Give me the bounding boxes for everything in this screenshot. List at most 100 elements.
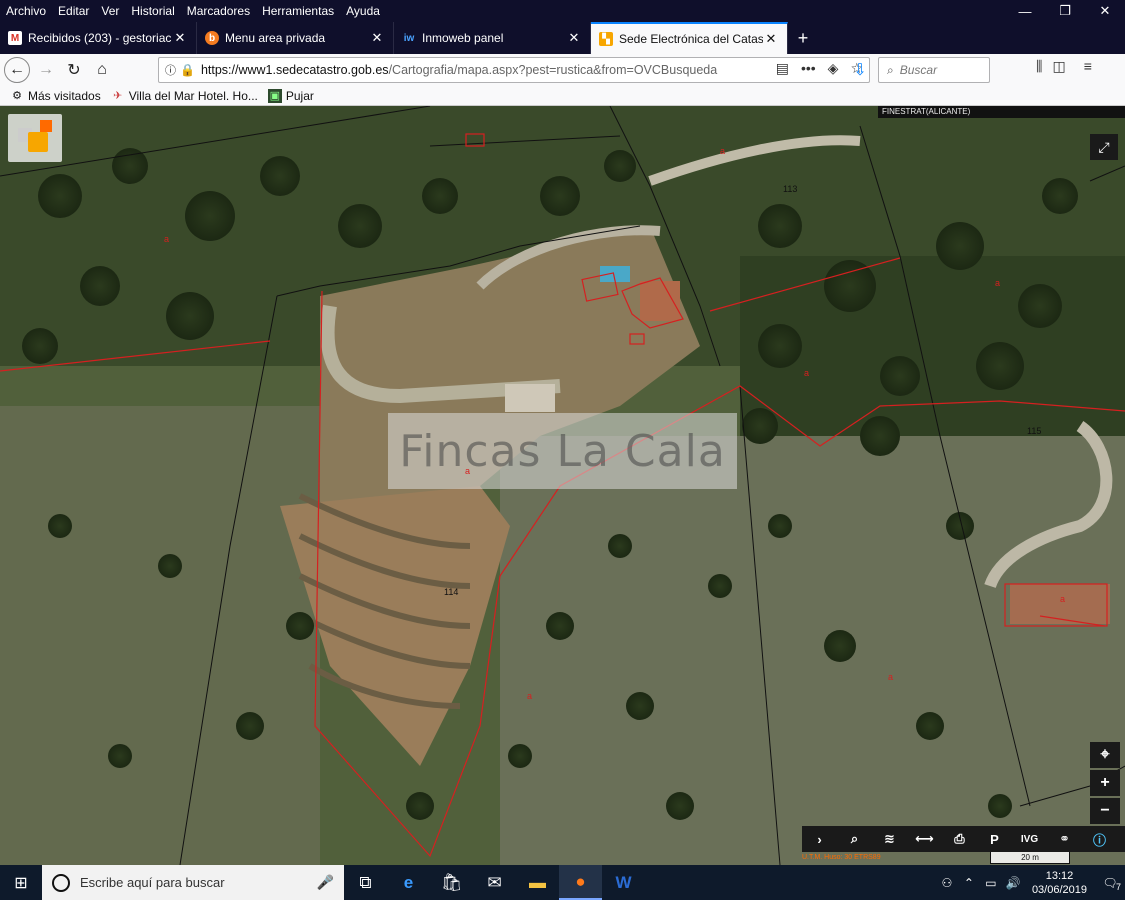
measure-icon[interactable]: ⟷ [907, 826, 942, 852]
windows-start-icon[interactable]: ⊞ [0, 865, 42, 900]
pocket-icon[interactable]: ◈ [828, 60, 839, 77]
bookmarks-bar: ⚙ Más visitados ✈ Villa del Mar Hotel. H… [0, 86, 1125, 106]
taskbar-search-placeholder: Escribe aquí para buscar [80, 875, 225, 890]
menu-historial[interactable]: Historial [125, 4, 180, 18]
mail-icon[interactable]: ✉ [473, 865, 516, 900]
hotel-icon: ✈ [113, 90, 123, 102]
catastro-logo[interactable] [8, 114, 62, 162]
search-icon: ⌕ [887, 62, 894, 77]
info-icon[interactable]: ⓘ [1082, 826, 1117, 852]
library-icon[interactable]: ⫼ [1036, 58, 1042, 75]
task-view-icon[interactable]: ⧉ [344, 865, 387, 900]
plot-label: 113 [783, 184, 798, 194]
notification-count: 7 [1115, 881, 1121, 892]
word-icon[interactable]: W [602, 865, 645, 900]
menu-marcadores[interactable]: Marcadores [181, 4, 256, 18]
print-icon[interactable]: ⎙ [942, 826, 977, 852]
new-tab-icon[interactable]: + [788, 22, 818, 54]
chevron-right-icon[interactable]: › [802, 826, 837, 852]
tab-close-icon[interactable]: ✕ [172, 30, 188, 46]
download-icon[interactable]: ⇩ [846, 56, 874, 84]
tab-catastro[interactable]: ▚ Sede Electrónica del Catastro ✕ [591, 22, 788, 54]
close-icon[interactable]: ✕ [1085, 0, 1125, 22]
pujar-icon: ▣ [267, 88, 282, 103]
zoom-out-button[interactable]: − [1090, 798, 1120, 824]
menu-archivo[interactable]: Archivo [0, 4, 52, 18]
url-path: /Cartografia/mapa.aspx?pest=rustica&from… [388, 63, 718, 77]
navigation-bar: ← → ↻ ⌂ ⓘ 🔒 https://www1.sedecatastro.go… [0, 54, 1125, 86]
clock-date: 03/06/2019 [1031, 883, 1087, 896]
subplot-mark: a [164, 234, 170, 244]
subplot-mark: a [465, 466, 471, 476]
home-icon[interactable]: ⌂ [88, 56, 116, 84]
tab-close-icon[interactable]: ✕ [369, 30, 385, 46]
microphone-icon[interactable]: 🎤 [317, 874, 334, 891]
menu-bar: Archivo Editar Ver Historial Marcadores … [0, 0, 1125, 22]
bookmark-label: Villa del Mar Hotel. Ho... [128, 88, 258, 103]
people-icon[interactable]: ⚇ [936, 876, 958, 890]
lock-icon: 🔒 [180, 63, 195, 77]
search-input[interactable]: ⌕ Buscar [878, 57, 990, 83]
share-icon[interactable]: ⚭ [1047, 826, 1082, 852]
tab-bar: M Recibidos (203) - gestoriaclimer ✕ b M… [0, 22, 1125, 54]
menu-editar[interactable]: Editar [52, 4, 95, 18]
subplot-mark: a [720, 146, 726, 156]
reader-view-icon[interactable]: ▤ [776, 60, 789, 77]
zoom-in-button[interactable]: + [1090, 770, 1120, 796]
tab-label: Sede Electrónica del Catastro [619, 32, 763, 46]
system-tray: ⚇ ⌃ ▭ 🔊 13:12 03/06/2019 🗨 7 [936, 865, 1125, 900]
minimize-icon[interactable]: — [1005, 0, 1045, 22]
bookmark-most-visited[interactable]: ⚙ Más visitados [10, 89, 101, 103]
tab-inmoweb[interactable]: iw Inmoweb panel ✕ [394, 22, 591, 54]
clock[interactable]: 13:12 03/06/2019 [1032, 869, 1087, 897]
search-icon[interactable]: ⌕ [837, 826, 872, 852]
sidebar-icon[interactable]: ◫ [1052, 58, 1065, 75]
notifications-icon[interactable]: 🗨 7 [1095, 876, 1125, 892]
url-domain: https://www1.sedecatastro.gob.es [200, 63, 389, 77]
bookmark-label: Más visitados [28, 88, 101, 103]
tab-area-privada[interactable]: b Menu area privada ✕ [197, 22, 394, 54]
taskbar-search-input[interactable]: Escribe aquí para buscar 🎤 [42, 865, 344, 900]
bookmark-villa-del-mar[interactable]: ✈ Villa del Mar Hotel. Ho... [111, 89, 258, 103]
tab-close-icon[interactable]: ✕ [566, 30, 582, 46]
bookmark-pujar[interactable]: ▣ Pujar [267, 88, 314, 103]
menu-herramientas[interactable]: Herramientas [256, 4, 340, 18]
menu-ver[interactable]: Ver [95, 4, 125, 18]
reload-icon[interactable]: ↻ [60, 56, 88, 84]
more-icon[interactable]: ••• [801, 60, 816, 77]
municipality-label: FINESTRAT(ALICANTE) [878, 106, 1125, 118]
subplot-mark: a [1060, 594, 1066, 604]
cadastral-map[interactable]: FINESTRAT(ALICANTE) ⤢ Fincas La Cala 113… [0, 106, 1125, 865]
network-icon[interactable]: ▭ [980, 876, 1002, 890]
maximize-icon[interactable]: ❐ [1045, 0, 1085, 22]
toolbar-icons: ⫼ ◫ ≡ [1036, 58, 1092, 75]
subplot-mark: a [804, 368, 810, 378]
volume-icon[interactable]: 🔊 [1002, 876, 1024, 890]
firefox-icon[interactable]: ● [559, 865, 602, 900]
search-placeholder: Buscar [899, 63, 938, 77]
chevron-up-icon[interactable]: ⌃ [958, 876, 980, 890]
ivg-icon[interactable]: IVG [1012, 826, 1047, 852]
file-explorer-icon[interactable]: ▬ [516, 865, 559, 900]
parcel-icon[interactable]: P [977, 826, 1012, 852]
gmail-icon: M [8, 31, 22, 45]
forward-icon[interactable]: → [32, 56, 60, 84]
fullscreen-icon[interactable]: ⤢ [1090, 134, 1118, 160]
store-icon[interactable]: 🛍 [430, 865, 473, 900]
edge-icon[interactable]: e [387, 865, 430, 900]
menu-ayuda[interactable]: Ayuda [340, 4, 386, 18]
plot-label: 115 [1027, 426, 1042, 436]
tab-label: Inmoweb panel [422, 31, 504, 45]
menu-icon[interactable]: ≡ [1084, 58, 1092, 75]
back-icon[interactable]: ← [4, 57, 30, 83]
locate-icon[interactable]: ⌖ [1090, 742, 1120, 768]
iw-icon: iw [403, 32, 415, 44]
url-bar[interactable]: ⓘ 🔒 https://www1.sedecatastro.gob.es/Car… [158, 57, 870, 83]
tab-gmail[interactable]: M Recibidos (203) - gestoriaclimer ✕ [0, 22, 197, 54]
tab-close-icon[interactable]: ✕ [763, 31, 779, 47]
layers-icon[interactable]: ≋ [872, 826, 907, 852]
tab-label: Menu area privada [225, 31, 326, 45]
catastro-icon: ▚ [599, 32, 613, 46]
subplot-mark: a [888, 672, 894, 682]
info-icon[interactable]: ⓘ [165, 62, 176, 78]
